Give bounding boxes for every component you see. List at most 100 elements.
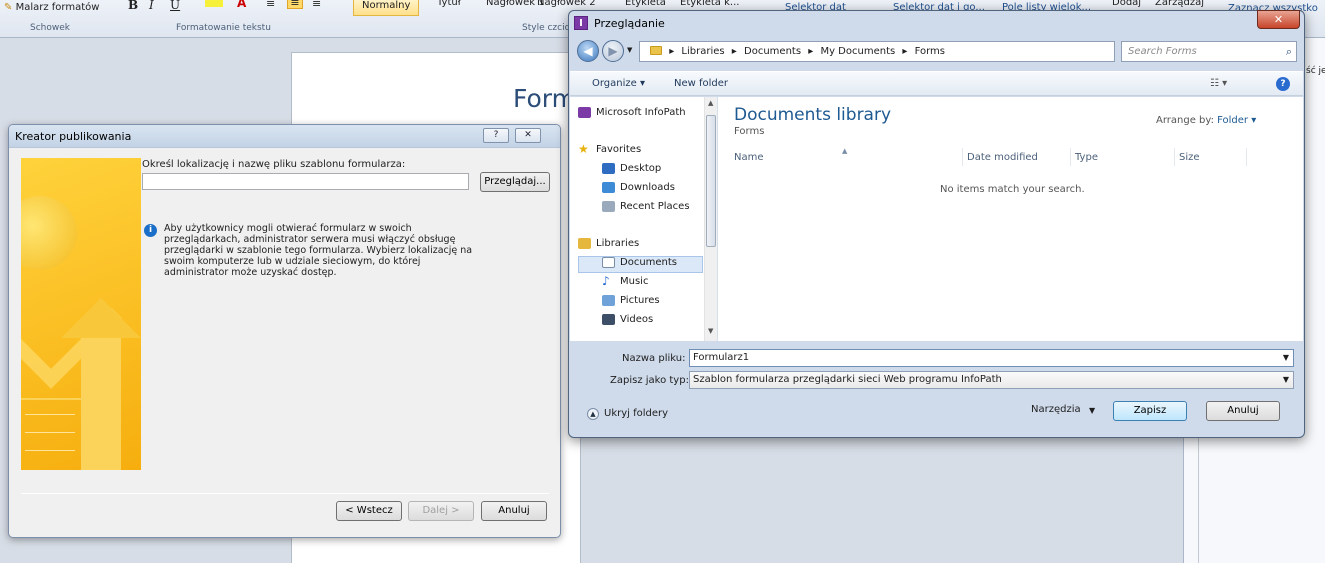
recent-places-icon (602, 201, 615, 212)
column-type[interactable]: Type (1075, 152, 1098, 163)
tools-dropdown-icon[interactable]: ▼ (1089, 406, 1095, 415)
close-button[interactable]: ✕ (515, 128, 541, 143)
nav-item-downloads[interactable]: Downloads (602, 182, 675, 193)
nav-item-libraries[interactable]: Libraries (578, 238, 639, 249)
nav-item-infopath[interactable]: Microsoft InfoPath (578, 107, 686, 118)
separator (21, 493, 549, 494)
manage-button[interactable]: Zarządzaj (1155, 0, 1204, 8)
arrange-by-value[interactable]: Folder ▾ (1217, 115, 1256, 126)
column-date-modified[interactable]: Date modified (967, 152, 1038, 163)
style-label[interactable]: Etykieta (625, 0, 666, 8)
infopath-icon: I (574, 16, 588, 30)
save-as-type-dropdown-icon[interactable]: ▼ (1283, 372, 1289, 388)
dialog-title: Przeglądanie (594, 17, 665, 30)
tools-button[interactable]: Narzędzia (1031, 404, 1081, 415)
organize-button[interactable]: Organize ▾ (592, 78, 645, 89)
arrange-by[interactable]: Arrange by: Folder ▾ (1156, 115, 1256, 126)
save-as-type-label: Zapisz jako typ: (610, 375, 689, 386)
hide-folders-button[interactable]: Ukryj foldery (604, 408, 668, 419)
nav-item-documents[interactable]: Documents (602, 257, 677, 268)
underline-button[interactable]: U (170, 0, 180, 12)
column-size[interactable]: Size (1179, 152, 1200, 163)
command-bar: Organize ▾ New folder ☷ ▾ ? (570, 71, 1303, 96)
file-name-dropdown-icon[interactable]: ▼ (1283, 350, 1289, 366)
up-arrow-icon (61, 298, 141, 338)
group-clipboard-label: Schowek (30, 23, 70, 33)
format-painter-button[interactable]: ✎ Malarz formatów (4, 2, 99, 13)
address-bar[interactable]: ▸ Libraries ▸ Documents ▸ My Documents ▸… (639, 41, 1172, 62)
align-center-button[interactable]: ≡ (287, 0, 303, 9)
new-folder-button[interactable]: New folder (674, 78, 728, 89)
nav-scrollbar[interactable]: ▲ ▼ (704, 97, 717, 341)
nav-item-music[interactable]: ♪ Music (602, 274, 648, 288)
browse-button[interactable]: Przeglądaj... (480, 172, 550, 192)
close-button[interactable]: ✕ (1257, 10, 1300, 29)
nav-item-recent-places[interactable]: Recent Places (602, 201, 690, 212)
location-label: Określ lokalizację i nazwę pliku szablon… (142, 159, 406, 170)
sort-ascending-icon: ▲ (842, 147, 848, 155)
back-button[interactable]: < Wstecz (336, 501, 402, 521)
location-input[interactable] (142, 173, 469, 190)
documents-icon (602, 257, 615, 268)
document-icon (21, 398, 81, 470)
align-right-button[interactable]: ≡ (312, 0, 321, 10)
help-button[interactable]: ? (483, 128, 509, 143)
nav-item-desktop[interactable]: Desktop (602, 163, 661, 174)
recent-pages-chevron-icon[interactable]: ▼ (627, 46, 632, 54)
save-button[interactable]: Zapisz (1113, 401, 1187, 421)
breadcrumb-libraries[interactable]: Libraries (681, 46, 724, 57)
highlight-color-button[interactable] (205, 0, 223, 7)
breadcrumb-documents[interactable]: Documents (744, 46, 801, 57)
collapse-up-icon[interactable]: ▲ (587, 408, 599, 420)
style-heading-2[interactable]: Nagłówek 2 (537, 0, 596, 8)
document-title: Form (513, 84, 576, 113)
style-heading-1[interactable]: Nagłówek 1 (486, 0, 545, 8)
breadcrumb-forms[interactable]: Forms (915, 46, 945, 57)
navigation-pane: Microsoft InfoPath ★ Favorites Desktop D… (570, 97, 718, 341)
help-icon[interactable]: ? (1276, 77, 1290, 91)
wizard-banner-image (21, 158, 141, 470)
forward-arrow-icon[interactable]: ▶ (602, 40, 624, 62)
nav-item-favorites[interactable]: ★ Favorites (578, 142, 641, 156)
browse-dialog: I Przeglądanie ✕ ◀ ▶ ▼ ▸ Libraries ▸ Doc… (568, 10, 1305, 438)
style-title[interactable]: Tytuł (437, 0, 461, 8)
library-title: Documents library (734, 105, 892, 125)
libraries-icon (578, 238, 591, 249)
dialog-title-bar: I Przeglądanie ✕ (569, 10, 1304, 35)
save-as-type-select[interactable]: Szablon formularza przeglądarki sieci We… (689, 371, 1294, 389)
file-browser: Microsoft InfoPath ★ Favorites Desktop D… (570, 97, 1303, 341)
view-options-icon[interactable]: ☷ ▾ (1210, 78, 1227, 89)
style-normal[interactable]: Normalny (353, 0, 420, 16)
bold-button[interactable]: B (128, 0, 138, 12)
downloads-icon (602, 182, 615, 193)
column-name[interactable]: Name (734, 152, 764, 163)
folder-icon (650, 46, 662, 55)
publishing-wizard-dialog: Kreator publikowania ? ✕ Określ lokaliza… (8, 124, 561, 538)
wizard-title: Kreator publikowania (15, 130, 132, 143)
star-icon: ★ (578, 142, 589, 156)
library-subtitle: Forms (734, 126, 765, 137)
next-button[interactable]: Dalej > (408, 501, 474, 521)
scroll-thumb[interactable] (706, 115, 716, 247)
add-button[interactable]: Dodaj (1112, 0, 1141, 8)
scroll-down-icon[interactable]: ▼ (708, 327, 713, 335)
style-label-k[interactable]: Etykieta k... (680, 0, 739, 8)
group-styles-label: Style czcio (522, 23, 571, 33)
nav-item-pictures[interactable]: Pictures (602, 295, 660, 306)
align-left-button[interactable]: ≡ (266, 0, 275, 10)
nav-item-videos[interactable]: Videos (602, 314, 653, 325)
breadcrumb-my-documents[interactable]: My Documents (820, 46, 895, 57)
empty-message: No items match your search. (940, 184, 1085, 195)
font-color-button[interactable]: A (237, 0, 246, 10)
italic-button[interactable]: I (149, 0, 154, 12)
back-arrow-icon[interactable]: ◀ (577, 40, 599, 62)
wizard-title-bar: Kreator publikowania ? ✕ (9, 125, 560, 148)
file-name-input[interactable]: Formularz1 ▼ (689, 349, 1294, 367)
scroll-up-icon[interactable]: ▲ (708, 99, 713, 107)
cancel-button[interactable]: Anuluj (481, 501, 547, 521)
group-text-format-label: Formatowanie tekstu (176, 23, 271, 33)
search-input[interactable]: Search Forms ⌕ (1121, 41, 1297, 62)
pictures-icon (602, 295, 615, 306)
cancel-button[interactable]: Anuluj (1206, 401, 1280, 421)
paintbrush-icon: ✎ (4, 2, 13, 13)
